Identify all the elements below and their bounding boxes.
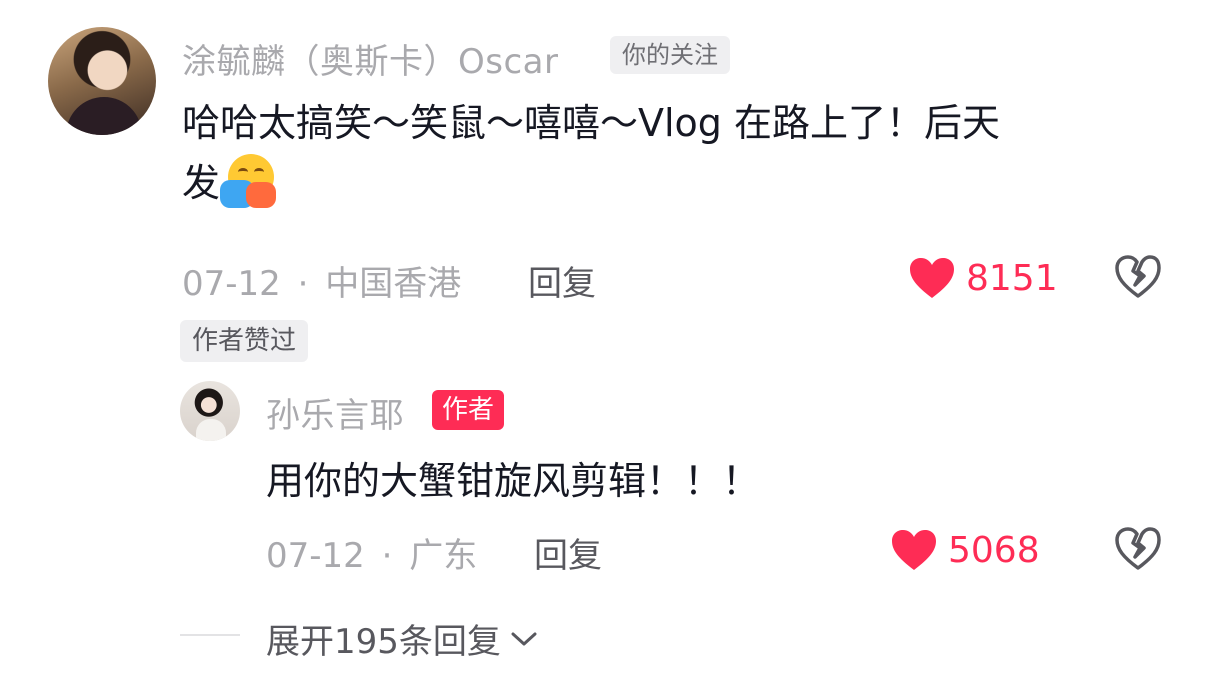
comment-location: 中国香港 — [325, 264, 462, 304]
broken-heart-icon[interactable] — [1114, 526, 1162, 572]
meta-separator: · — [381, 536, 393, 576]
reply-avatar[interactable] — [180, 381, 240, 441]
expand-replies-button[interactable]: 展开195条回复 — [266, 614, 539, 663]
hugging-face-emoji — [220, 152, 277, 208]
comment-meta: 07-12 · 中国香港 — [182, 256, 461, 305]
author-badge: 作者 — [432, 390, 505, 430]
comment-text: 哈哈太搞笑～笑鼠～嘻嘻～Vlog 在路上了！后天 发 — [182, 94, 1172, 212]
heart-icon — [910, 258, 954, 298]
reply-reply-button[interactable]: 回复 — [534, 528, 602, 577]
comment-like-button[interactable]: 8151 — [908, 256, 1058, 300]
reply-text: 用你的大蟹钳旋风剪辑！！！ — [266, 459, 761, 503]
reply-like-count: 5068 — [948, 529, 1040, 571]
reply-like-button[interactable]: 5068 — [890, 528, 1040, 572]
author-liked-badge: 作者赞过 — [180, 320, 309, 362]
comment-text-line1: 哈哈太搞笑～笑鼠～嘻嘻～Vlog 在路上了！后天 — [182, 101, 1001, 145]
following-badge: 你的关注 — [610, 36, 730, 74]
reply-date: 07-12 — [266, 536, 365, 576]
expand-divider — [180, 634, 240, 636]
avatar[interactable] — [48, 27, 156, 135]
reply-location: 广东 — [409, 536, 478, 576]
reply-username[interactable]: 孙乐言耶 — [266, 388, 404, 437]
reply-meta: 07-12 · 广东 — [266, 528, 477, 577]
chevron-down-icon — [511, 632, 537, 645]
avatar-figure — [66, 97, 142, 135]
comment-date: 07-12 — [182, 264, 281, 304]
comment-username[interactable]: 涂毓麟（奥斯卡）Oscar — [182, 34, 558, 83]
comment-reply-button[interactable]: 回复 — [528, 256, 596, 305]
expand-replies-label: 展开195条回复 — [266, 622, 501, 662]
meta-separator: · — [297, 264, 309, 304]
comment-like-count: 8151 — [966, 257, 1058, 299]
avatar-figure — [196, 419, 226, 441]
broken-heart-icon[interactable] — [1114, 254, 1162, 300]
heart-icon — [892, 530, 936, 570]
comment-text-line2: 发 — [182, 161, 221, 205]
